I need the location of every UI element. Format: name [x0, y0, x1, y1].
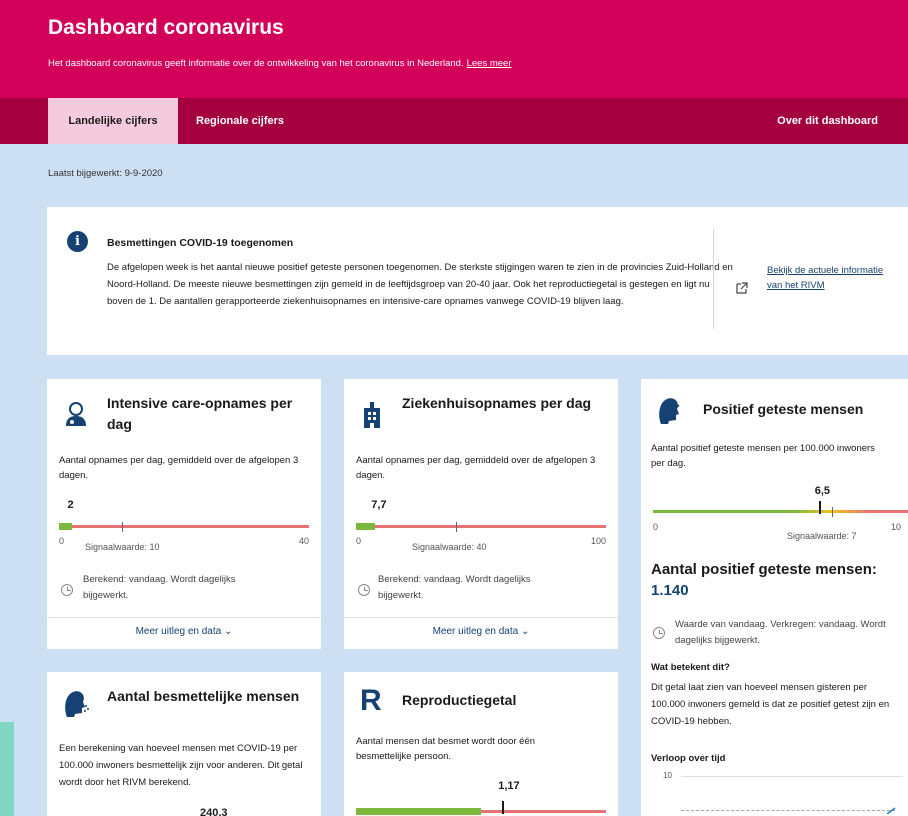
- header-intro-text: Het dashboard coronavirus geeft informat…: [48, 58, 464, 69]
- gauge-threshold: [456, 522, 457, 532]
- card-hospital: Ziekenhuisopnames per dag Aantal opnames…: [344, 379, 618, 649]
- alert-card: i Besmettingen COVID-19 toegenomen De af…: [47, 207, 908, 355]
- rivm-info-link[interactable]: Bekijk de actuele informatie van het RIV…: [767, 263, 897, 293]
- update-note: Waarde van vandaag. Verkregen: vandaag. …: [675, 619, 886, 646]
- tab-regionale-cijfers[interactable]: Regionale cijfers: [178, 98, 302, 144]
- gauge-value: 240,3: [200, 807, 228, 816]
- threshold-label: Signaalwaarde: 40: [412, 542, 487, 552]
- gauge-value: 6,5: [814, 485, 831, 497]
- scale-max: 40: [298, 536, 309, 546]
- card-subtitle: Aantal mensen dat besmet wordt door één …: [356, 736, 536, 762]
- divider: [47, 617, 321, 618]
- threshold-label: Signaalwaarde: 7: [787, 531, 857, 541]
- update-note: Berekend: vandaag. Wordt dagelijks bijge…: [378, 574, 531, 601]
- card-reproduction: R Reproductiegetal Aantal mensen dat bes…: [344, 672, 618, 816]
- doctor-icon: [66, 402, 86, 426]
- card-subtitle: Aantal opnames per dag, gemiddeld over d…: [356, 455, 596, 481]
- card-title: Intensive care-opnames per dag: [107, 395, 293, 432]
- trend-line: [887, 807, 896, 814]
- card-title: Positief geteste mensen: [703, 401, 864, 417]
- gauge-track: [356, 525, 606, 528]
- gauge-threshold: [831, 507, 833, 517]
- card-subtitle: Aantal positief geteste mensen per 100.0…: [651, 443, 875, 469]
- gauge-value: 1,17: [498, 780, 520, 792]
- gauge-bar: [59, 519, 309, 533]
- last-updated: Laatst bijgewerkt: 9-9-2020: [48, 168, 163, 179]
- card-subtitle: Een berekening van hoeveel mensen met CO…: [59, 743, 303, 788]
- more-info-button[interactable]: Meer uitleg en data ⌄: [47, 626, 321, 637]
- external-link-icon: [736, 282, 748, 294]
- read-more-link[interactable]: Lees meer: [467, 58, 512, 69]
- scale-max: 10: [891, 522, 902, 532]
- gauge-bar: [356, 801, 606, 816]
- what-title: Wat betekent dit?: [651, 662, 730, 673]
- update-note: Berekend: vandaag. Wordt dagelijks bijge…: [83, 574, 236, 601]
- alert-title: Besmettingen COVID-19 toegenomen: [107, 237, 294, 249]
- card-title: Ziekenhuisopnames per dag: [402, 395, 592, 411]
- gauge-value: 7,7: [371, 499, 387, 511]
- card-title: Aantal besmettelijke mensen: [107, 688, 300, 704]
- gauge-fill: [356, 808, 481, 815]
- trend-title: Verloop over tijd: [651, 753, 726, 764]
- scale-min: 0: [653, 522, 659, 532]
- gauge-marker: [818, 501, 821, 514]
- info-icon: i: [67, 231, 88, 252]
- tab-bar: Landelijke cijfers Regionale cijfers Ove…: [0, 98, 908, 144]
- alert-body: De afgelopen week is het aantal nieuwe p…: [107, 262, 733, 307]
- more-info-label: Meer uitleg en data: [135, 626, 222, 637]
- divider: [713, 229, 714, 329]
- header-intro: Het dashboard coronavirus geeft informat…: [48, 58, 511, 69]
- card-title: Reproductiegetal: [402, 692, 517, 708]
- person-sneeze-icon: [65, 691, 89, 717]
- gauge-threshold: [121, 522, 123, 532]
- card-subtitle: Aantal opnames per dag, gemiddeld over d…: [59, 455, 299, 481]
- scale-max: 100: [590, 536, 606, 546]
- scale-min: 0: [59, 536, 65, 546]
- r-letter-icon: R: [360, 684, 382, 717]
- threshold-label: Signaalwaarde: 10: [85, 542, 160, 552]
- trend-gridline: [681, 776, 903, 777]
- tab-over-dit-dashboard[interactable]: Over dit dashboard: [759, 98, 896, 144]
- gauge-bar: [653, 501, 908, 518]
- gauge-value: 2: [67, 499, 74, 511]
- positive-count-title: Aantal positief geteste mensen:: [651, 561, 877, 578]
- more-info-label: Meer uitleg en data: [432, 626, 519, 637]
- side-accent: [0, 722, 14, 816]
- gauge-fill: [356, 523, 376, 530]
- gauge-track: [653, 510, 908, 513]
- card-infectious: Aantal besmettelijke mensen Een berekeni…: [47, 672, 321, 816]
- page-title: Dashboard coronavirus: [48, 16, 284, 39]
- card-positive-tested: Positief geteste mensen Aantal positief …: [641, 379, 908, 816]
- trend-signal-line: [681, 810, 895, 811]
- person-swab-icon: [659, 398, 680, 424]
- chevron-down-icon: ⌄: [224, 626, 233, 637]
- positive-count-value: 1.140: [651, 582, 689, 599]
- card-intensive-care: Intensive care-opnames per dag Aantal op…: [47, 379, 321, 649]
- trend-axis-label: 10: [663, 771, 672, 780]
- chevron-down-icon: ⌄: [521, 626, 530, 637]
- divider: [344, 617, 618, 618]
- clock-icon: [358, 584, 370, 596]
- clock-icon: [653, 627, 665, 639]
- gauge-track: [59, 525, 309, 528]
- page-header: Dashboard coronavirus Het dashboard coro…: [0, 0, 908, 98]
- gauge-fill: [59, 523, 72, 530]
- gauge-bar: [356, 519, 606, 533]
- gauge-marker: [502, 801, 505, 814]
- clock-icon: [61, 584, 73, 596]
- what-body: Dit getal laat zien van hoeveel mensen g…: [651, 682, 890, 727]
- tab-landelijke-cijfers[interactable]: Landelijke cijfers: [48, 98, 178, 144]
- scale-min: 0: [356, 536, 362, 546]
- hospital-icon: [364, 402, 380, 428]
- more-info-button[interactable]: Meer uitleg en data ⌄: [344, 626, 618, 637]
